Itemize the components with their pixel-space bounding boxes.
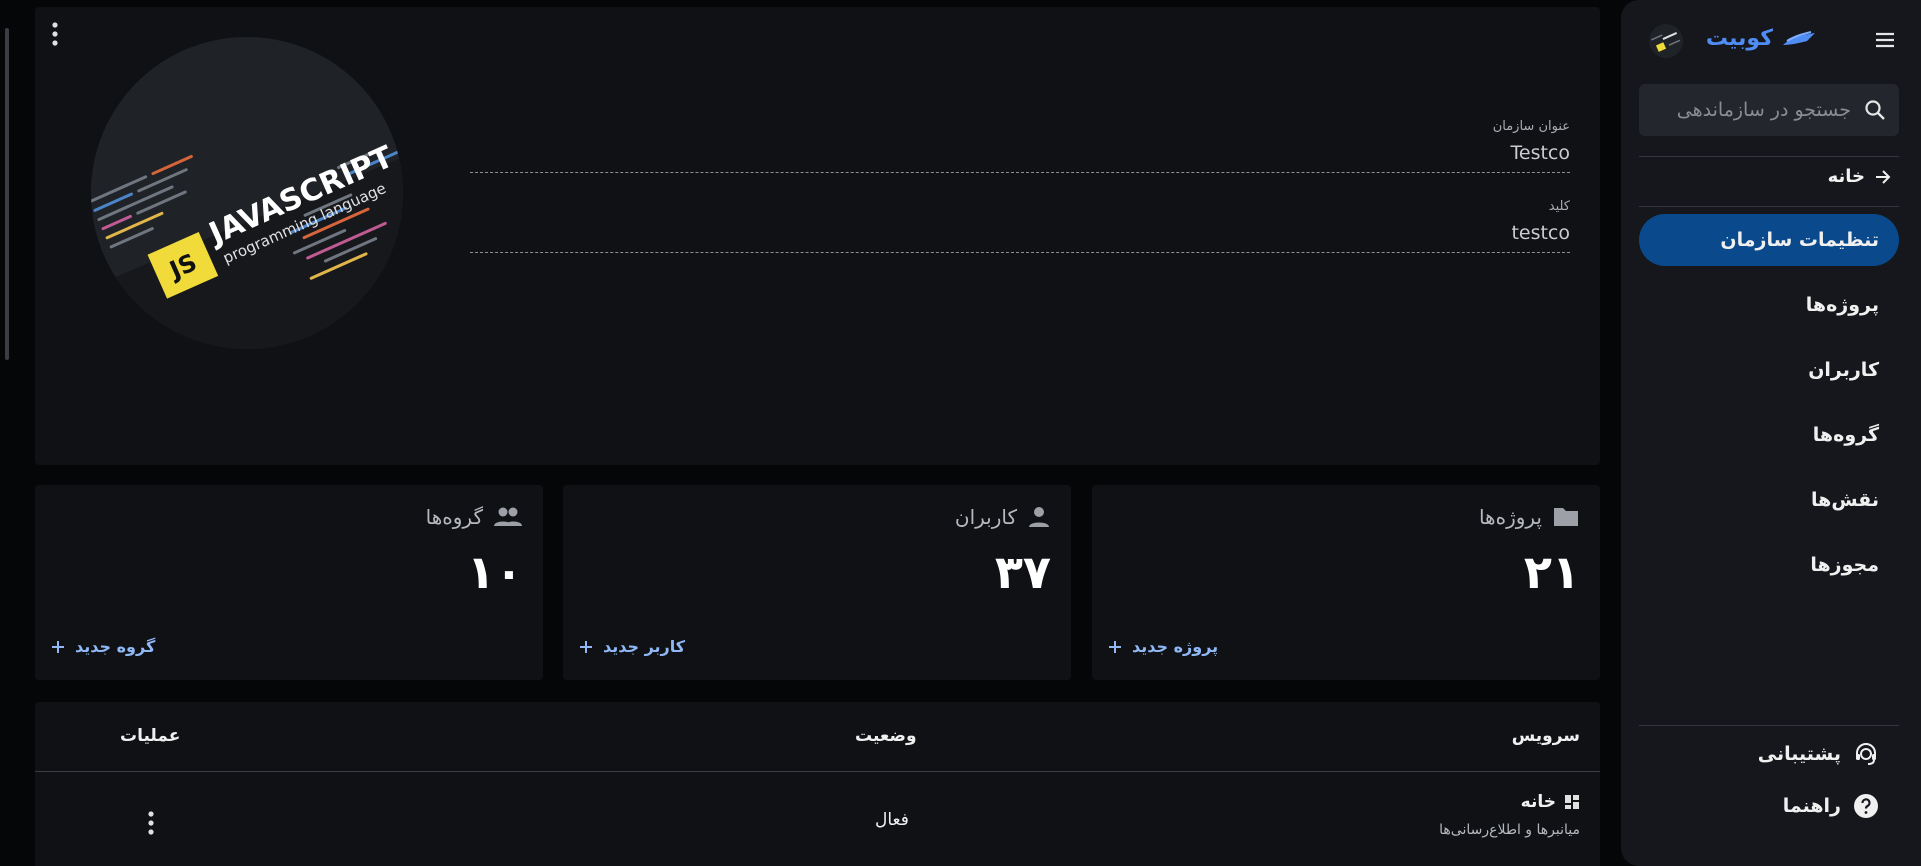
new-user-label: کاربر جدید [603, 637, 686, 656]
organization-avatar[interactable] [1649, 24, 1683, 58]
groups-stat-label: گروه‌ها [425, 505, 483, 529]
projects-stat-label: پروژه‌ها [1478, 505, 1542, 529]
organization-title-value[interactable]: Testco [470, 142, 1570, 173]
sidebar-divider [1639, 156, 1899, 157]
page-scrollbar[interactable] [5, 28, 9, 360]
service-title: خانه [1520, 792, 1556, 812]
organization-key-label: کلید [1548, 199, 1570, 214]
status-column-header: وضعیت [855, 726, 917, 746]
organization-key-value[interactable]: testco [470, 222, 1570, 253]
new-project-button[interactable]: پروژه جدید [1108, 637, 1218, 656]
brand-logo[interactable]: کوبیت [1706, 26, 1817, 51]
plus-icon [580, 640, 592, 653]
services-table: سرویس وضعیت عملیات خانه میانبرها و اطلاع… [35, 702, 1600, 866]
projects-stat-card: پروژه‌ها ۲۱ پروژه جدید [1092, 485, 1600, 680]
organization-avatar-image [1649, 24, 1683, 58]
actions-column-header: عملیات [120, 726, 181, 746]
sidebar-divider [1639, 725, 1899, 726]
organization-key-field[interactable]: کلید testco [470, 199, 1570, 253]
search-icon [1865, 100, 1885, 120]
dashboard-icon [1565, 795, 1579, 809]
arrow-forward-icon [1876, 169, 1891, 184]
javascript-logo-image: JS JAVASCRIPT programming language [91, 37, 403, 349]
groups-count: ۱۰ [466, 545, 523, 599]
new-user-button[interactable]: کاربر جدید [579, 637, 685, 656]
sidebar-item-groups[interactable]: گروه‌ها [1639, 409, 1899, 461]
sidebar-item-projects[interactable]: پروژه‌ها [1639, 279, 1899, 331]
sidebar-item-roles[interactable]: نقش‌ها [1639, 474, 1899, 526]
home-link-label: خانه [1827, 166, 1865, 187]
menu-icon[interactable] [1873, 28, 1897, 52]
sidebar-item-permissions[interactable]: مجوزها [1639, 539, 1899, 591]
projects-count: ۲۱ [1523, 545, 1580, 599]
groups-stat-card: گروه‌ها ۱۰ گروه جدید [35, 485, 543, 680]
new-group-label: گروه جدید [75, 637, 156, 656]
organization-title-label: عنوان سازمان [1492, 119, 1570, 134]
sidebar-item-organization-settings[interactable]: تنظیمات سازمان [1639, 214, 1899, 266]
support-label: پشتیبانی [1757, 743, 1841, 765]
support-agent-icon [1856, 743, 1876, 765]
more-options-icon[interactable] [49, 21, 61, 47]
row-more-options-icon[interactable] [145, 810, 157, 836]
service-status: فعال [875, 810, 909, 830]
sidebar: کوبیت خانه تنظیما [1621, 0, 1921, 866]
folder-icon [1554, 508, 1578, 526]
users-stat-label: کاربران [954, 505, 1017, 529]
table-header-divider [35, 771, 1600, 772]
table-row[interactable]: خانه میانبرها و اطلاع‌رسانی‌ها [1439, 792, 1580, 838]
sidebar-divider [1639, 206, 1899, 207]
wave-logo-icon [1783, 30, 1815, 45]
users-stat-card: کاربران ۳۷ کاربر جدید [563, 485, 1071, 680]
help-link[interactable]: راهنما [1639, 780, 1899, 832]
sidebar-item-users[interactable]: کاربران [1639, 344, 1899, 396]
plus-icon [52, 640, 64, 653]
organization-title-field[interactable]: عنوان سازمان Testco [470, 119, 1570, 173]
organization-logo[interactable]: JS JAVASCRIPT programming language [91, 37, 403, 349]
home-link[interactable]: خانه [1828, 166, 1893, 187]
support-link[interactable]: پشتیبانی [1639, 728, 1899, 780]
users-count: ۳۷ [994, 545, 1051, 599]
search-box[interactable] [1639, 84, 1899, 136]
new-group-button[interactable]: گروه جدید [51, 637, 155, 656]
search-input[interactable] [1649, 98, 1853, 122]
help-label: راهنما [1782, 795, 1841, 817]
new-project-label: پروژه جدید [1132, 637, 1219, 656]
sidebar-nav: تنظیمات سازمان پروژه‌ها کاربران گروه‌ها … [1639, 214, 1899, 604]
person-icon [1029, 507, 1049, 527]
help-circle-icon [1854, 794, 1878, 818]
service-subtitle: میانبرها و اطلاع‌رسانی‌ها [1439, 822, 1580, 838]
group-icon [494, 507, 522, 526]
service-column-header: سرویس [1511, 726, 1580, 746]
brand-name: کوبیت [1705, 26, 1773, 51]
plus-icon [1109, 640, 1121, 653]
organization-settings-panel: JS JAVASCRIPT programming language عنوان… [35, 7, 1600, 465]
